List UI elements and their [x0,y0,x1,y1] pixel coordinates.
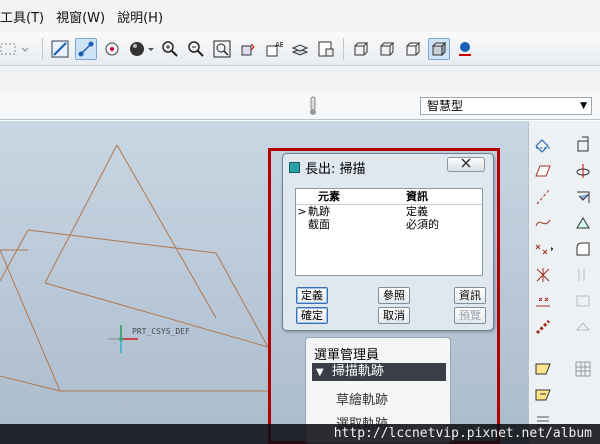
selection-filter-dropdown[interactable]: 智慧型 ▼ [420,97,592,115]
model-tree-icon[interactable] [315,38,337,60]
cancel-button[interactable]: 取消 [378,307,410,324]
row-info: 定義 [406,205,428,218]
toolbar-separator [42,37,43,60]
menu-help[interactable]: 說明(H) [111,7,169,26]
hidden-line-icon[interactable] [376,38,398,60]
column-header-info: 資訊 [406,190,428,203]
revolve-icon[interactable] [573,161,593,181]
ok-button[interactable]: 確定 [296,307,328,324]
sketch-icon[interactable] [49,38,71,60]
zoom-in-icon[interactable] [159,38,181,60]
dialog-close-button[interactable] [447,157,485,172]
dialog-title: 長出: 掃描 [305,161,366,177]
draft-icon[interactable] [573,265,593,285]
row-element: 截面 [308,218,330,231]
watermark-bar: http://lccnetvip.pixnet.net/album [0,424,600,444]
sweep-feature-dialog: 長出: 掃描 元素 資訊 > 軌跡 定義 截面 必須的 定義 參照 資訊 確定 … [282,153,494,331]
menu-window[interactable]: 視窗(W) [50,7,111,26]
table-row[interactable]: 截面 必須的 [296,218,482,231]
copy-icon[interactable] [533,385,553,405]
chevron-down-icon: ▼ [580,101,587,111]
select-box-icon[interactable] [0,38,36,60]
watermark-text: http://lccnetvip.pixnet.net/album [333,426,592,441]
appearance-icon[interactable] [454,38,476,60]
round-icon[interactable] [573,239,593,259]
row-element: 軌跡 [308,205,330,218]
wireframe-icon[interactable] [350,38,372,60]
datum-curve-icon[interactable] [533,187,553,207]
zoom-out-icon[interactable] [185,38,207,60]
analysis-icon[interactable] [533,291,553,311]
current-row-marker: > [297,205,307,218]
csys-label: PRT_CSYS_DEF [132,327,190,336]
dialog-app-icon [289,161,300,173]
shell-icon[interactable] [573,291,593,311]
menu-header-label: 掃描軌跡 [331,364,384,379]
shading-icon[interactable] [428,37,450,60]
menu-manager-title: 選單管理員 [314,348,380,363]
sweep-icon[interactable] [573,187,593,207]
blend-icon[interactable] [573,213,593,233]
layers-icon[interactable] [289,38,311,60]
menu-tools[interactable]: 工具(T) [0,7,50,26]
row-info: 必須的 [406,218,439,231]
svg-text:AB: AB [275,41,283,49]
spin-center-icon[interactable] [101,38,123,60]
table-row[interactable]: > 軌跡 定義 [296,205,482,218]
datum-point-icon[interactable] [533,239,553,259]
orient-icon[interactable] [237,38,259,60]
toolbar-band [0,66,600,92]
no-hidden-icon[interactable] [402,38,424,60]
csys-create-icon[interactable] [533,265,553,285]
preview-button[interactable]: 預覽 [454,307,486,324]
menu-item-sketch-trajectory[interactable]: 草繪軌跡 [336,389,388,408]
datum-plane-icon[interactable] [533,135,553,155]
selection-filter-value: 智慧型 [427,99,464,113]
datum-display-icon[interactable] [75,37,97,60]
sphere-shade-icon[interactable] [127,38,155,60]
note-icon[interactable] [533,359,553,379]
feature-toolbar [528,121,600,444]
current-row-marker [296,218,308,231]
toolbar-separator [343,37,344,60]
chain-icon[interactable] [533,317,553,337]
close-icon [461,158,471,168]
thermometer-icon [308,96,318,116]
element-table: 元素 資訊 > 軌跡 定義 截面 必須的 [295,188,483,276]
collapse-triangle-icon: ▼ [316,367,324,378]
rib-icon[interactable] [573,317,593,337]
menu-header-sweep-trajectory[interactable]: ▼ 掃描軌跡 [312,363,446,381]
column-header-element: 元素 [318,190,340,203]
named-view-icon[interactable]: AB [263,38,285,60]
main-toolbar: AB [0,32,600,66]
define-button[interactable]: 定義 [296,287,328,304]
menu-bar: 工具(T) 視窗(W) 說明(H) [0,0,600,32]
refit-icon[interactable] [211,38,233,60]
plane-shape-icon[interactable] [533,161,553,181]
grid-icon[interactable] [573,359,593,379]
refs-button[interactable]: 參照 [378,287,410,304]
datum-axis-icon[interactable] [573,135,593,155]
table-header: 元素 資訊 [296,189,482,205]
info-button[interactable]: 資訊 [454,287,486,304]
sketch-curve-icon[interactable] [533,213,553,233]
